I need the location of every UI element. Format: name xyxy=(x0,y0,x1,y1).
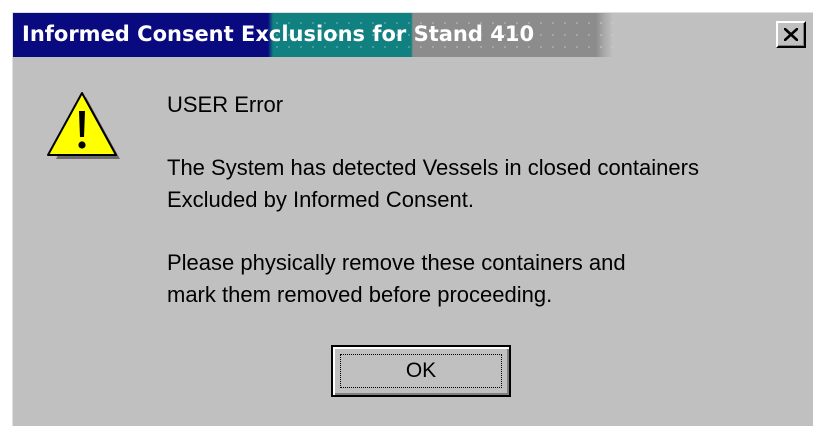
message-line-3: Please physically remove these container… xyxy=(167,250,626,275)
warning-icon xyxy=(47,92,120,159)
message-line-4: mark them removed before proceeding. xyxy=(167,282,553,307)
close-button[interactable] xyxy=(776,21,806,48)
title-bar[interactable]: Informed Consent Exclusions for Stand 41… xyxy=(13,13,813,57)
window-title: Informed Consent Exclusions for Stand 41… xyxy=(22,22,535,46)
ok-button-label: OK xyxy=(405,359,437,382)
error-dialog: Informed Consent Exclusions for Stand 41… xyxy=(12,12,813,426)
message-line-2: Excluded by Informed Consent. xyxy=(167,187,474,212)
message-line-1: The System has detected Vessels in close… xyxy=(167,155,699,180)
ok-button[interactable]: OK xyxy=(331,345,511,397)
error-heading: USER Error xyxy=(167,92,284,117)
close-x-icon xyxy=(784,28,798,41)
